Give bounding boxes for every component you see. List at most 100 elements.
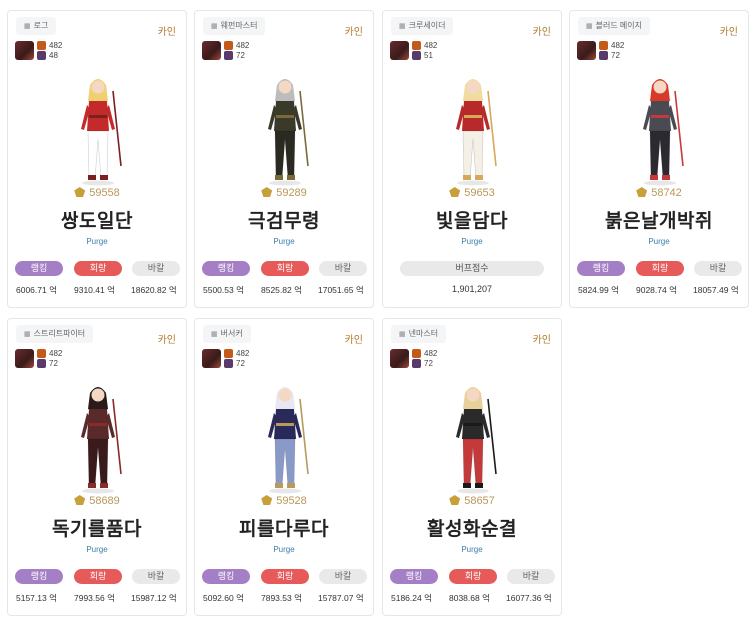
ranking-tag[interactable]: 랭킹 [577, 261, 625, 276]
buff-score-value: 1,901,207 [451, 284, 493, 294]
character-name[interactable]: 독기를품다 [8, 514, 186, 541]
bakal-tag[interactable]: 바칼 [507, 569, 555, 584]
job-class-label: 크루세이더 [408, 21, 446, 30]
stat-secondary: 72 [424, 359, 433, 368]
job-class-label: 로그 [33, 21, 49, 30]
ranking-tag[interactable]: 랭킹 [202, 261, 250, 276]
guild-name: Purge [273, 545, 295, 554]
guild-name: Purge [648, 237, 670, 246]
fame-medal-icon [261, 495, 273, 505]
job-class-badge: ▦ 크루세이더 [391, 17, 454, 35]
corridor-tag[interactable]: 회랑 [636, 261, 684, 276]
ranking-tag[interactable]: 랭킹 [202, 569, 250, 584]
character-avatar [390, 349, 409, 368]
bakal-damage-value: 15987.12 억 [131, 593, 177, 603]
character-figure[interactable] [250, 379, 320, 494]
job-class-badge: ▦ 블러드 메이지 [578, 17, 651, 35]
stat-secondary: 51 [424, 51, 433, 60]
equipment-icon [599, 41, 608, 50]
fame-medal-icon [449, 495, 461, 505]
fame-medal-icon [74, 187, 86, 197]
ranking-damage-value: 5157.13 억 [16, 593, 57, 603]
ranking-tag[interactable]: 랭킹 [390, 569, 438, 584]
stat-primary: 482 [424, 41, 438, 50]
ranking-damage-value: 6006.71 억 [16, 285, 57, 295]
fame-value: 58742 [651, 187, 682, 199]
character-name[interactable]: 쌍도일단 [8, 206, 186, 233]
character-card[interactable]: ▦ 버서커 카인 482 72 59528 피를다루다 Purge 랭킹 회랑 바… [194, 318, 374, 616]
stat-secondary: 72 [611, 51, 620, 60]
job-icon: ▦ [586, 23, 593, 30]
character-figure[interactable] [63, 379, 133, 494]
corridor-tag[interactable]: 회랑 [261, 569, 309, 584]
equipment-icon [412, 349, 421, 358]
stat-primary: 482 [611, 41, 625, 50]
ranking-tag[interactable]: 랭킹 [15, 569, 63, 584]
server-label: 카인 [719, 27, 738, 38]
character-sprite [456, 79, 497, 186]
character-sprite [268, 79, 309, 186]
character-figure[interactable] [438, 379, 508, 494]
character-name[interactable]: 붉은날개박쥐 [570, 206, 748, 233]
job-class-label: 웨펀마스터 [220, 21, 258, 30]
stat-primary: 482 [236, 349, 250, 358]
corridor-tag[interactable]: 회랑 [261, 261, 309, 276]
corridor-tag[interactable]: 회랑 [74, 569, 122, 584]
fame-score: 58657 [383, 495, 561, 507]
character-figure[interactable] [63, 71, 133, 186]
character-sprite [81, 387, 122, 494]
corridor-tag[interactable]: 회랑 [74, 261, 122, 276]
fame-score: 59653 [383, 187, 561, 199]
character-figure[interactable] [625, 71, 695, 186]
character-card[interactable]: ▦ 넨마스터 카인 482 72 58657 활성화순결 Purge 랭킹 회랑 … [382, 318, 562, 616]
guild-name: Purge [273, 237, 295, 246]
character-card[interactable]: ▦ 웨펀마스터 카인 482 72 59289 극검무령 Purge 랭킹 회랑 … [194, 10, 374, 308]
fame-score: 59558 [8, 187, 186, 199]
fame-value: 59289 [276, 187, 307, 199]
character-name[interactable]: 활성화순결 [383, 514, 561, 541]
character-name[interactable]: 빛을담다 [383, 206, 561, 233]
bakal-tag[interactable]: 바칼 [132, 569, 180, 584]
stat-secondary: 72 [49, 359, 58, 368]
character-name[interactable]: 피를다루다 [195, 514, 373, 541]
fame-medal-icon [261, 187, 273, 197]
bakal-tag[interactable]: 바칼 [132, 261, 180, 276]
character-card[interactable]: ▦ 블러드 메이지 카인 482 72 58742 붉은날개박쥐 Purge 랭킹… [569, 10, 749, 308]
bakal-tag[interactable]: 바칼 [694, 261, 742, 276]
bakal-damage-value: 17051.65 억 [318, 285, 364, 295]
equipment-icon [37, 349, 46, 358]
server-label: 카인 [344, 335, 363, 346]
character-avatar [577, 41, 596, 60]
title-icon [224, 359, 233, 368]
character-card[interactable]: ▦ 로그 카인 482 48 59558 쌍도일단 Purge 랭킹 회랑 바칼 … [7, 10, 187, 308]
guild-name: Purge [86, 237, 108, 246]
corridor-damage-value: 9310.41 억 [74, 285, 115, 295]
corridor-damage-value: 9028.74 억 [636, 285, 677, 295]
equipment-icon [224, 41, 233, 50]
job-class-badge: ▦ 넨마스터 [391, 325, 447, 343]
ranking-tag[interactable]: 랭킹 [15, 261, 63, 276]
stat-primary: 482 [49, 349, 63, 358]
job-class-label: 스트리트파이터 [33, 329, 86, 338]
guild-name: Purge [461, 545, 483, 554]
bakal-damage-value: 18620.82 억 [131, 285, 177, 295]
bakal-damage-value: 18057.49 억 [693, 285, 739, 295]
corridor-tag[interactable]: 회랑 [449, 569, 497, 584]
character-figure[interactable] [438, 71, 508, 186]
corridor-damage-value: 7993.56 억 [74, 593, 115, 603]
job-class-badge: ▦ 스트리트파이터 [16, 325, 94, 343]
bakal-tag[interactable]: 바칼 [319, 569, 367, 584]
bakal-tag[interactable]: 바칼 [319, 261, 367, 276]
character-avatar [202, 349, 221, 368]
character-card[interactable]: ▦ 스트리트파이터 카인 482 72 58689 독기를품다 Purge 랭킹 … [7, 318, 187, 616]
job-class-label: 버서커 [220, 329, 243, 338]
server-label: 카인 [532, 27, 551, 38]
equipment-icon [412, 41, 421, 50]
character-sprite [643, 79, 684, 186]
character-card[interactable]: ▦ 크루세이더 카인 482 51 59653 빛을담다 Purge 버프점수 1… [382, 10, 562, 308]
server-label: 카인 [532, 335, 551, 346]
bakal-damage-value: 15787.07 억 [318, 593, 364, 603]
character-name[interactable]: 극검무령 [195, 206, 373, 233]
title-icon [37, 359, 46, 368]
character-figure[interactable] [250, 71, 320, 186]
